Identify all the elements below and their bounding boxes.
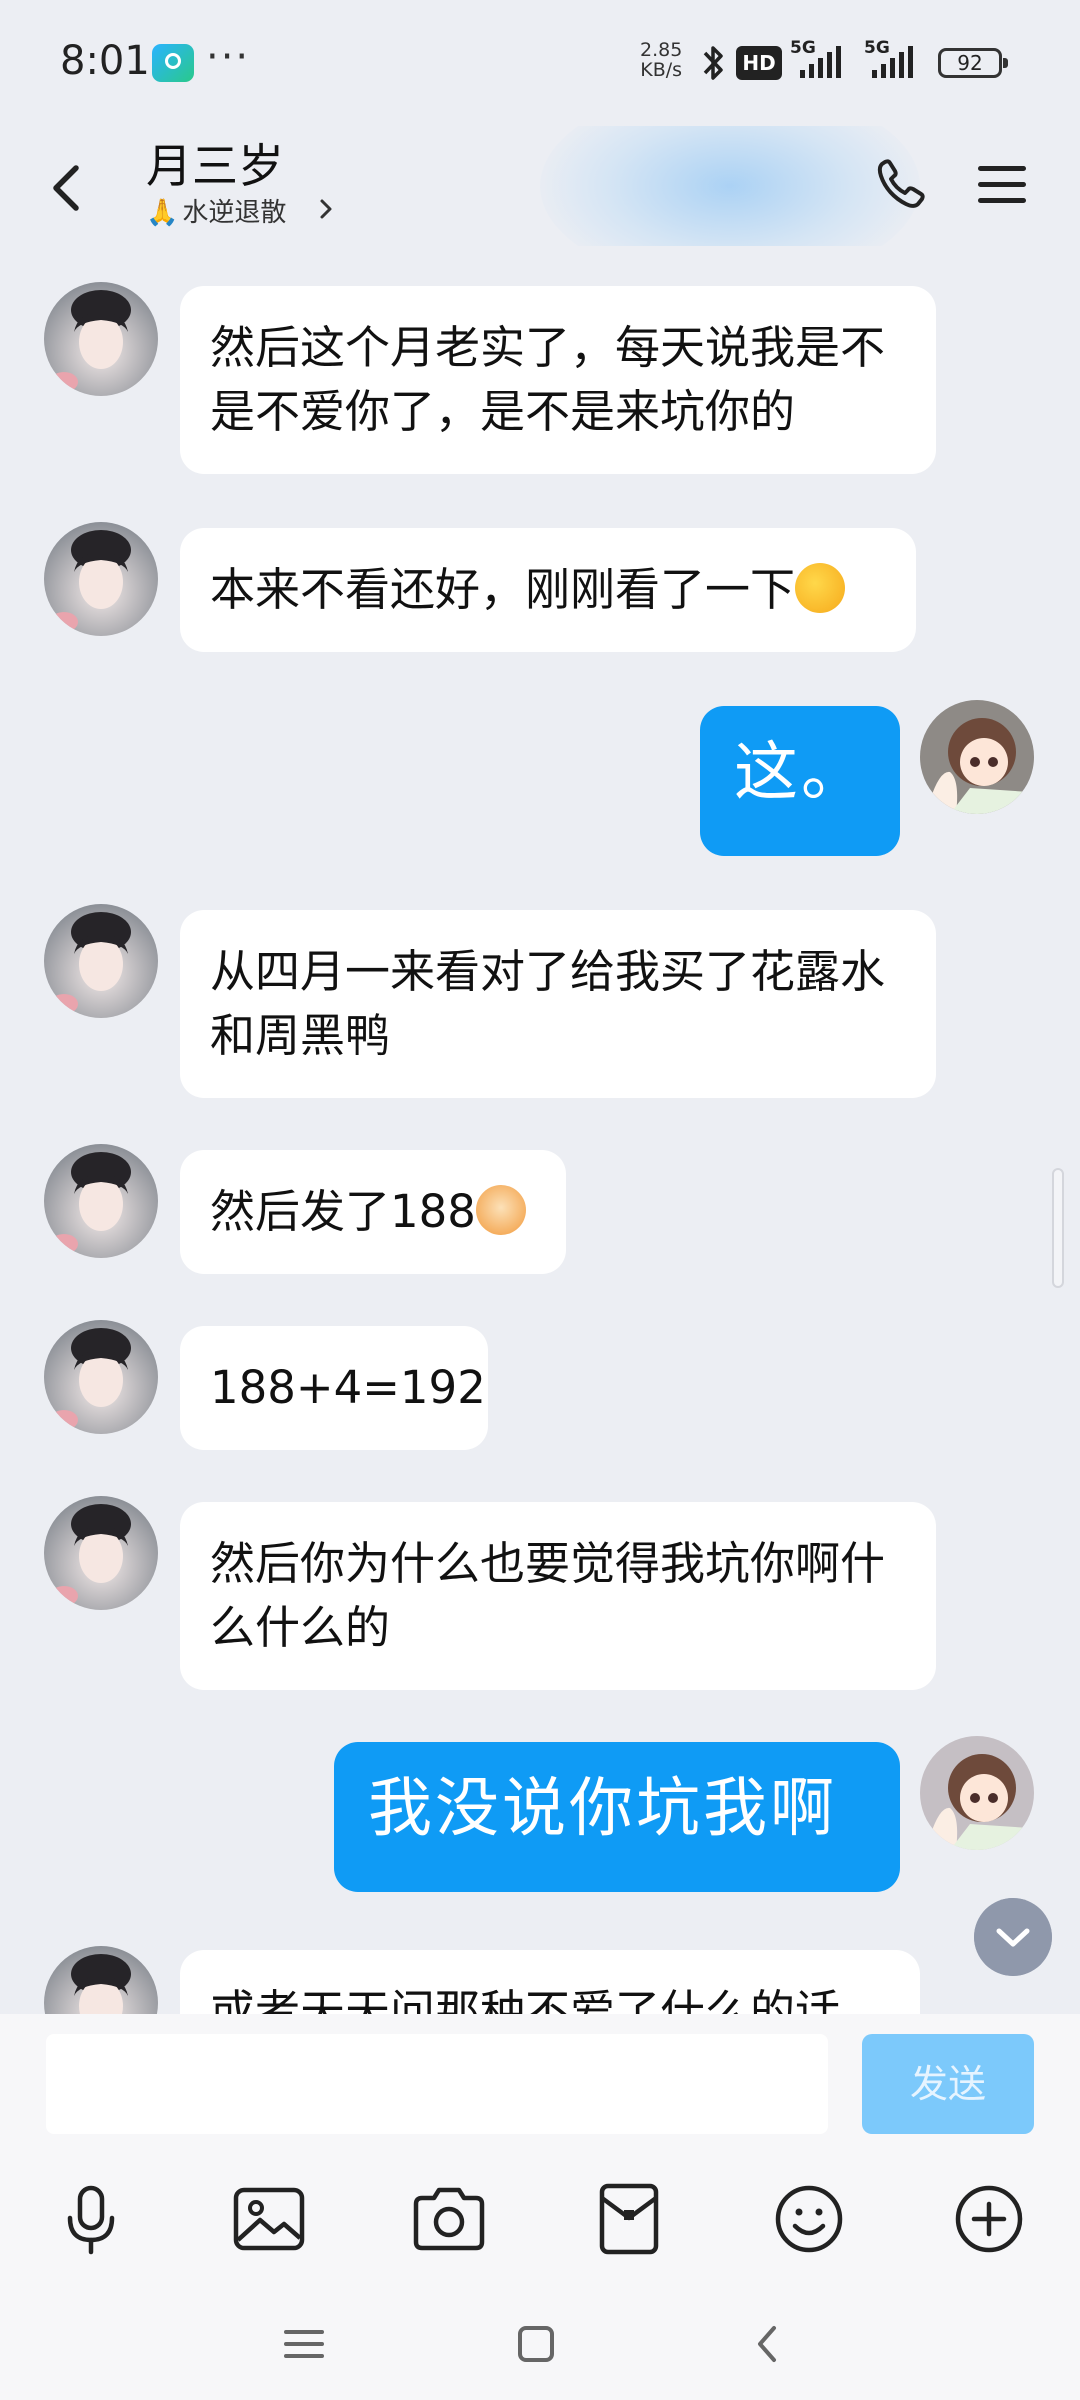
message-bubble[interactable]: 或者天天问那种不爱了什么的话 bbox=[180, 1950, 920, 2014]
my-avatar[interactable] bbox=[920, 1736, 1034, 1850]
message-bubble[interactable]: 本来不看还好，刚刚看了一下 bbox=[180, 528, 916, 652]
phone-icon[interactable] bbox=[868, 148, 932, 220]
contact-avatar[interactable] bbox=[44, 1496, 158, 1610]
image-icon[interactable] bbox=[224, 2174, 314, 2264]
send-button[interactable]: 发送 bbox=[862, 2034, 1034, 2134]
contact-avatar[interactable] bbox=[44, 1144, 158, 1258]
contact-avatar[interactable] bbox=[44, 1946, 158, 2014]
contact-avatar[interactable] bbox=[44, 904, 158, 1018]
message-input[interactable] bbox=[46, 2034, 828, 2134]
contact-name[interactable]: 月三岁 bbox=[146, 130, 284, 196]
status-time: 8:01 bbox=[60, 38, 150, 84]
status-bar: 8:01 ··· 2.85 KB/s HD 5G 5G 92 bbox=[0, 0, 1080, 126]
message-bubble[interactable]: 这。 bbox=[700, 706, 900, 856]
praying-hands-icon: 🙏 bbox=[146, 198, 179, 228]
chevron-right-icon bbox=[320, 199, 332, 219]
tiger-emoji bbox=[475, 1185, 526, 1235]
contact-avatar[interactable] bbox=[44, 1320, 158, 1434]
app-notification-icon bbox=[152, 44, 194, 82]
menu-icon[interactable] bbox=[970, 148, 1034, 220]
message-bubble[interactable]: 然后这个月老实了，每天说我是不是不爱你了，是不是来坑你的 bbox=[180, 286, 936, 474]
contact-status[interactable]: 🙏 水逆退散 bbox=[146, 192, 286, 229]
battery-icon: 92 bbox=[938, 48, 1008, 78]
plus-icon[interactable] bbox=[944, 2174, 1034, 2264]
status-text: 水逆退散 bbox=[182, 198, 287, 228]
message-bubble[interactable]: 188+4=192 bbox=[180, 1326, 488, 1450]
message-bubble[interactable]: 从四月一来看对了给我买了花露水和周黑鸭 bbox=[180, 910, 936, 1098]
chat-header: 月三岁 🙏 水逆退散 bbox=[0, 126, 1080, 246]
microphone-icon[interactable] bbox=[46, 2174, 136, 2264]
camera-icon[interactable] bbox=[404, 2174, 494, 2264]
message-text: 然后发了188 bbox=[210, 1185, 476, 1238]
header-decoration bbox=[540, 126, 920, 246]
contact-avatar[interactable] bbox=[44, 282, 158, 396]
home-icon[interactable] bbox=[506, 2314, 566, 2374]
my-avatar[interactable] bbox=[920, 700, 1034, 814]
message-bubble[interactable]: 然后你为什么也要觉得我坑你啊什么什么的 bbox=[180, 1502, 936, 1690]
emoji-icon[interactable] bbox=[764, 2174, 854, 2264]
message-bubble[interactable]: 然后发了188 bbox=[180, 1150, 566, 1274]
composer: 发送 bbox=[0, 2014, 1080, 2400]
recent-apps-icon[interactable] bbox=[274, 2314, 334, 2374]
contact-avatar[interactable] bbox=[44, 522, 158, 636]
signal-icon bbox=[872, 46, 913, 78]
bluetooth-icon bbox=[703, 46, 723, 80]
message-bubble[interactable]: 我没说你坑我啊 bbox=[334, 1742, 900, 1892]
red-packet-icon[interactable] bbox=[584, 2174, 674, 2264]
crazy-face-emoji bbox=[795, 563, 846, 613]
message-list[interactable]: 然后这个月老实了，每天说我是不是不爱你了，是不是来坑你的 本来不看还好，刚刚看了… bbox=[0, 246, 1080, 2014]
hd-voice-badge: HD bbox=[736, 46, 782, 80]
network-speed: 2.85 KB/s bbox=[640, 39, 683, 81]
scroll-to-bottom-button[interactable] bbox=[974, 1898, 1052, 1976]
message-text: 本来不看还好，刚刚看了一下 bbox=[210, 563, 796, 616]
scrollbar[interactable] bbox=[1052, 1168, 1064, 1288]
back-icon[interactable] bbox=[36, 146, 96, 226]
signal-icon bbox=[800, 46, 841, 78]
more-notifications-icon: ··· bbox=[206, 34, 251, 80]
back-nav-icon[interactable] bbox=[738, 2314, 798, 2374]
